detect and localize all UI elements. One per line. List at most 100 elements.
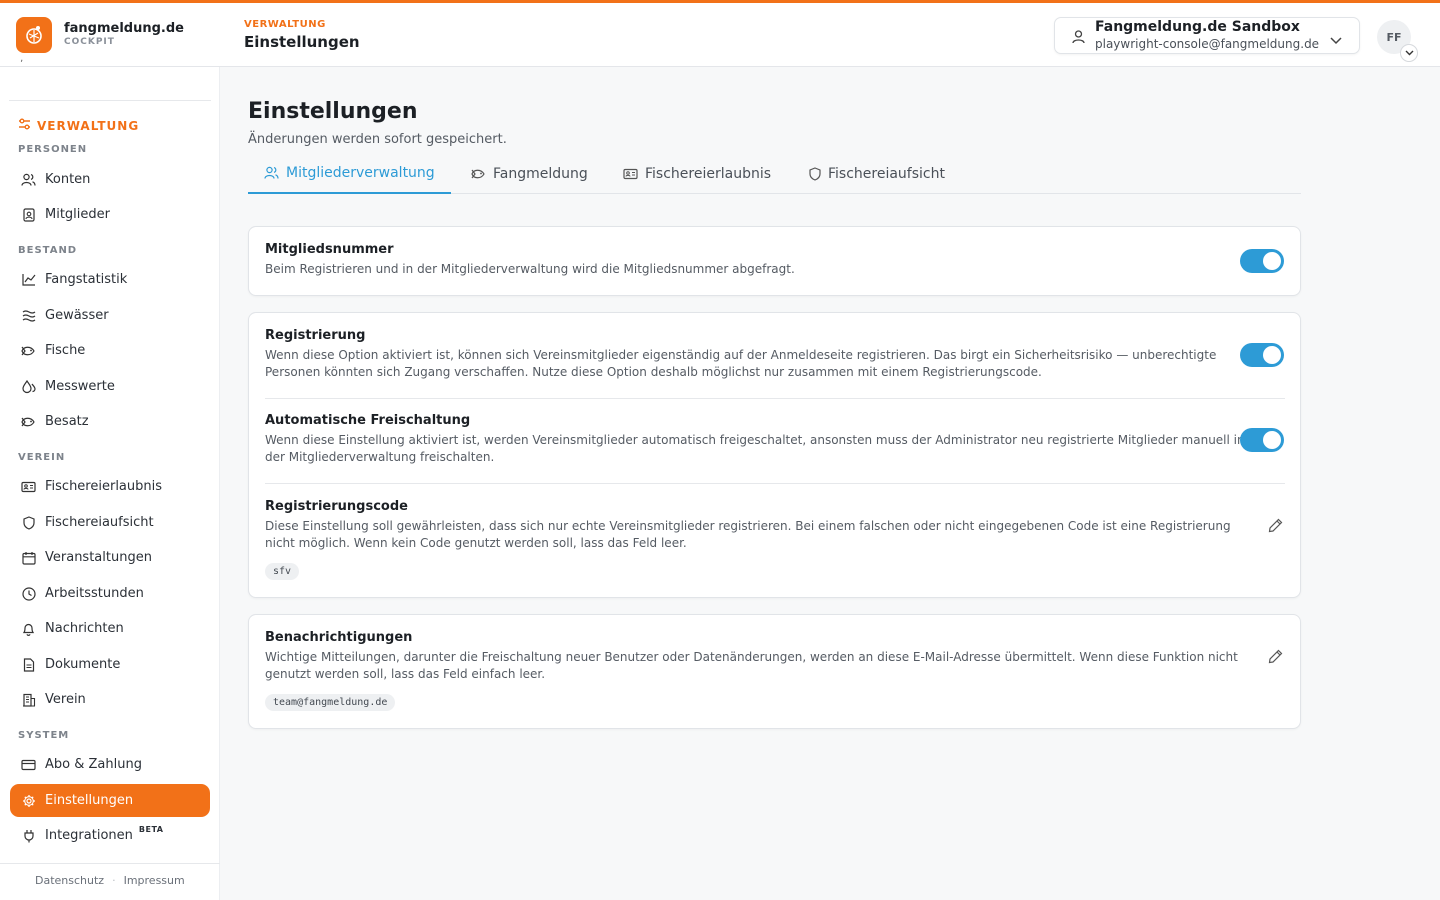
sidebar-item-label: Nachrichten bbox=[45, 621, 124, 636]
setting-title: Automatische Freischaltung bbox=[265, 413, 471, 428]
header-section-label: VERWALTUNG bbox=[244, 19, 326, 30]
setting-title: Registrierungscode bbox=[265, 499, 408, 514]
sidebar-item-konten[interactable]: Konten bbox=[10, 163, 210, 196]
setting-auto-unlock: Automatische Freischaltung Wenn diese Ei… bbox=[265, 413, 1285, 466]
tab-fischereierlaubnis[interactable]: Fischereierlaubnis bbox=[623, 153, 771, 194]
sidebar-footer-divider bbox=[0, 863, 220, 864]
fish-icon bbox=[471, 168, 486, 180]
setting-description: Wichtige Mitteilungen, darunter die Frei… bbox=[265, 650, 1238, 681]
sidebar-item-label: Mitglieder bbox=[45, 207, 110, 222]
sidebar-item-integrationen[interactable]: Integrationen BETA bbox=[10, 819, 210, 852]
beta-badge: BETA bbox=[138, 825, 164, 834]
edit-pencil-icon[interactable] bbox=[1266, 647, 1284, 665]
fish-icon bbox=[21, 343, 36, 358]
brand-logo-icon[interactable] bbox=[16, 17, 52, 53]
member-number-toggle[interactable] bbox=[1240, 249, 1284, 273]
sidebar-item-gewaesser[interactable]: Gewässer bbox=[10, 299, 210, 332]
account-name: Fangmeldung.de Sandbox bbox=[1095, 19, 1300, 35]
notification-email-value: team@fangmeldung.de bbox=[265, 694, 396, 711]
setting-description: Wenn diese Einstellung aktiviert ist, we… bbox=[265, 433, 1245, 464]
gear-icon bbox=[21, 793, 36, 808]
tab-label: Fischereierlaubnis bbox=[645, 165, 772, 182]
sidebar-item-label: Gewässer bbox=[45, 308, 109, 323]
sidebar-item-fischereiaufsicht[interactable]: Fischereiaufsicht bbox=[10, 506, 210, 539]
setting-description: Wenn diese Option aktiviert ist, können … bbox=[265, 348, 1217, 379]
registration-toggle[interactable] bbox=[1240, 343, 1284, 367]
sidebar-item-fische[interactable]: Fische bbox=[10, 334, 210, 367]
tab-fangmeldung[interactable]: Fangmeldung bbox=[471, 153, 588, 194]
setting-title: Mitgliedsnummer bbox=[265, 242, 394, 257]
row-divider bbox=[265, 483, 1285, 484]
clock-icon bbox=[21, 586, 36, 601]
tab-mitgliederverwaltung[interactable]: Mitgliederverwaltung bbox=[248, 153, 451, 194]
footer-separator: · bbox=[112, 874, 116, 887]
waves-icon bbox=[21, 308, 36, 323]
sidebar-item-nachrichten[interactable]: Nachrichten bbox=[10, 612, 210, 645]
id-card-icon bbox=[623, 168, 638, 180]
brand-subtitle: COCKPIT bbox=[64, 37, 115, 47]
sidebar-item-label: Dokumente bbox=[45, 657, 121, 672]
account-switcher[interactable]: Fangmeldung.de Sandbox playwright-consol… bbox=[1054, 17, 1360, 54]
setting-registration-code: Registrierungscode Diese Einstellung sol… bbox=[265, 499, 1285, 580]
sidebar-item-label: Messwerte bbox=[45, 379, 115, 394]
sidebar-item-label: Verein bbox=[45, 692, 86, 707]
tab-fischereiaufsicht[interactable]: Fischereiaufsicht bbox=[809, 153, 945, 194]
card-notifications: Benachrichtigungen Wichtige Mitteilungen… bbox=[248, 614, 1301, 729]
row-divider bbox=[265, 398, 1285, 399]
card-member-number: Mitgliedsnummer Beim Registrieren und in… bbox=[248, 226, 1301, 296]
avatar-chevron-down-icon[interactable] bbox=[1400, 44, 1418, 62]
sidebar-item-dokumente[interactable]: Dokumente bbox=[10, 648, 210, 681]
sidebar-item-verein[interactable]: Verein bbox=[10, 683, 210, 716]
tab-label: Mitgliederverwaltung bbox=[286, 164, 435, 181]
fish-icon bbox=[21, 414, 36, 429]
settings-tabs: Mitgliederverwaltung Fangmeldung Fischer… bbox=[248, 153, 1301, 194]
sidebar-item-arbeitsstunden[interactable]: Arbeitsstunden bbox=[10, 577, 210, 610]
sidebar-item-abo-zahlung[interactable]: Abo & Zahlung bbox=[10, 748, 210, 781]
sidebar-item-label: Fische bbox=[45, 343, 86, 358]
id-card-icon bbox=[21, 479, 36, 494]
sidebar-section-title: VERWALTUNG bbox=[18, 118, 139, 133]
shield-icon bbox=[21, 515, 36, 530]
member-card-icon bbox=[21, 207, 36, 222]
bell-icon bbox=[21, 621, 36, 636]
sidebar: ʼ VERWALTUNG PERSONEN Konten Mitglieder … bbox=[0, 59, 220, 900]
group-label-verein: VEREIN bbox=[18, 452, 66, 463]
setting-member-number: Mitgliedsnummer Beim Registrieren und in… bbox=[265, 242, 1285, 278]
sidebar-item-messwerte[interactable]: Messwerte bbox=[10, 370, 210, 403]
setting-description: Diese Einstellung soll gewährleisten, da… bbox=[265, 519, 1231, 550]
plug-icon bbox=[21, 828, 36, 843]
document-icon bbox=[21, 657, 36, 672]
edit-pencil-icon[interactable] bbox=[1266, 516, 1284, 534]
chevron-down-icon bbox=[1330, 30, 1342, 49]
setting-notifications: Benachrichtigungen Wichtige Mitteilungen… bbox=[265, 630, 1285, 711]
droplets-icon bbox=[21, 379, 36, 394]
sidebar-item-label: Arbeitsstunden bbox=[45, 586, 144, 601]
registration-code-value: sfv bbox=[265, 563, 300, 580]
auto-unlock-toggle[interactable] bbox=[1240, 428, 1284, 452]
shield-icon bbox=[809, 166, 821, 181]
sidebar-section-label: VERWALTUNG bbox=[37, 118, 140, 133]
calendar-icon bbox=[21, 550, 36, 565]
sidebar-item-fangstatistik[interactable]: Fangstatistik bbox=[10, 263, 210, 296]
group-label-personen: PERSONEN bbox=[18, 144, 88, 155]
line-chart-icon bbox=[21, 272, 36, 287]
sidebar-item-label: Abo & Zahlung bbox=[45, 757, 142, 772]
group-label-system: SYSTEM bbox=[18, 730, 70, 741]
card-registration: Registrierung Wenn diese Option aktivier… bbox=[248, 312, 1301, 598]
setting-description: Beim Registrieren und in der Mitgliederv… bbox=[265, 262, 795, 276]
building-icon bbox=[21, 692, 36, 707]
sidebar-item-veranstaltungen[interactable]: Veranstaltungen bbox=[10, 541, 210, 574]
tab-label: Fischereiaufsicht bbox=[828, 165, 945, 182]
sidebar-item-label: Veranstaltungen bbox=[45, 550, 152, 565]
sidebar-item-einstellungen[interactable]: Einstellungen bbox=[10, 784, 210, 817]
sidebar-item-besatz[interactable]: Besatz bbox=[10, 405, 210, 438]
sidebar-item-label: Fischereiaufsicht bbox=[45, 515, 154, 530]
setting-title: Benachrichtigungen bbox=[265, 630, 413, 645]
sidebar-divider bbox=[9, 100, 211, 101]
imprint-link[interactable]: Impressum bbox=[124, 874, 185, 887]
sidebar-item-mitglieder[interactable]: Mitglieder bbox=[10, 198, 210, 231]
sidebar-item-fischereierlaubnis[interactable]: Fischereierlaubnis bbox=[10, 470, 210, 503]
users-icon bbox=[264, 166, 279, 180]
page-title: Einstellungen bbox=[248, 99, 418, 124]
privacy-link[interactable]: Datenschutz bbox=[35, 874, 104, 887]
